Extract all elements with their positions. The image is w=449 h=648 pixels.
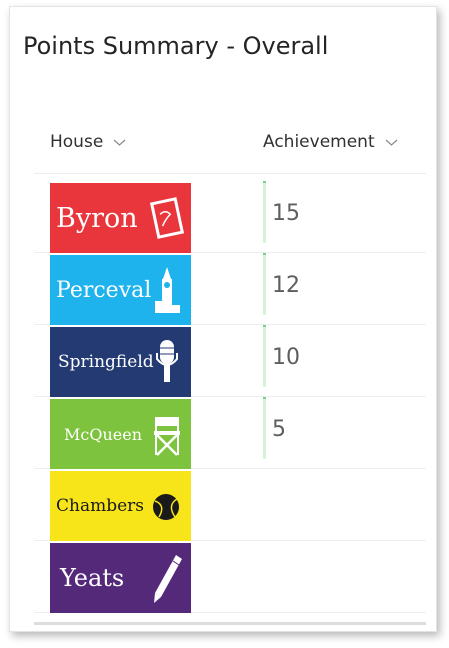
house-logo-springfield: Springfield <box>50 327 191 397</box>
house-logo-perceval: Perceval <box>50 255 191 325</box>
table-row[interactable]: Perceval 12 <box>34 253 426 325</box>
achievement-bar <box>263 325 266 387</box>
achievement-bar <box>263 181 266 243</box>
achievement-value: 12 <box>272 273 300 298</box>
table-row[interactable]: Byron 15 <box>34 181 426 253</box>
pen-icon <box>154 555 182 603</box>
achievement-bar-cap <box>263 181 266 183</box>
achievement-value: 5 <box>272 417 286 442</box>
achievement-bar <box>263 253 266 315</box>
achievement-bar-cap <box>263 325 266 327</box>
column-header-achievement-label: Achievement <box>263 132 375 152</box>
house-name: Perceval <box>56 277 152 303</box>
achievement-value: 15 <box>272 201 300 226</box>
table-row[interactable]: Yeats <box>34 541 426 613</box>
header-divider <box>34 173 426 174</box>
column-header-house[interactable]: House <box>50 132 126 152</box>
tennis-ball-icon <box>153 494 179 520</box>
chevron-down-icon <box>113 139 126 146</box>
table-row[interactable]: McQueen 5 <box>34 397 426 469</box>
achievement-value: 10 <box>272 345 300 370</box>
achievement-bar-cap <box>263 253 266 255</box>
table-row[interactable]: Chambers <box>34 469 426 541</box>
chevron-down-icon <box>385 139 398 146</box>
house-name: Byron <box>56 202 138 234</box>
house-logo-mcqueen: McQueen <box>50 399 191 469</box>
book-icon <box>149 197 185 239</box>
house-logo-yeats: Yeats <box>50 543 191 613</box>
microphone-icon <box>156 340 178 382</box>
page-title: Points Summary - Overall <box>23 32 329 60</box>
table-row[interactable]: Springfield 10 <box>34 325 426 397</box>
column-header-house-label: House <box>50 132 104 152</box>
achievement-bar-cap <box>263 397 266 399</box>
house-name: McQueen <box>64 424 143 444</box>
house-name: Springfield <box>58 352 154 372</box>
house-name: Yeats <box>60 564 125 592</box>
house-logo-chambers: Chambers <box>50 471 191 541</box>
horizontal-scrollbar[interactable] <box>34 622 426 625</box>
column-header-achievement[interactable]: Achievement <box>263 132 398 152</box>
achievement-bar <box>263 397 266 459</box>
house-name: Chambers <box>56 496 145 516</box>
directors-chair-icon <box>154 417 180 456</box>
house-logo-byron: Byron <box>50 183 191 253</box>
big-ben-icon <box>155 267 180 313</box>
